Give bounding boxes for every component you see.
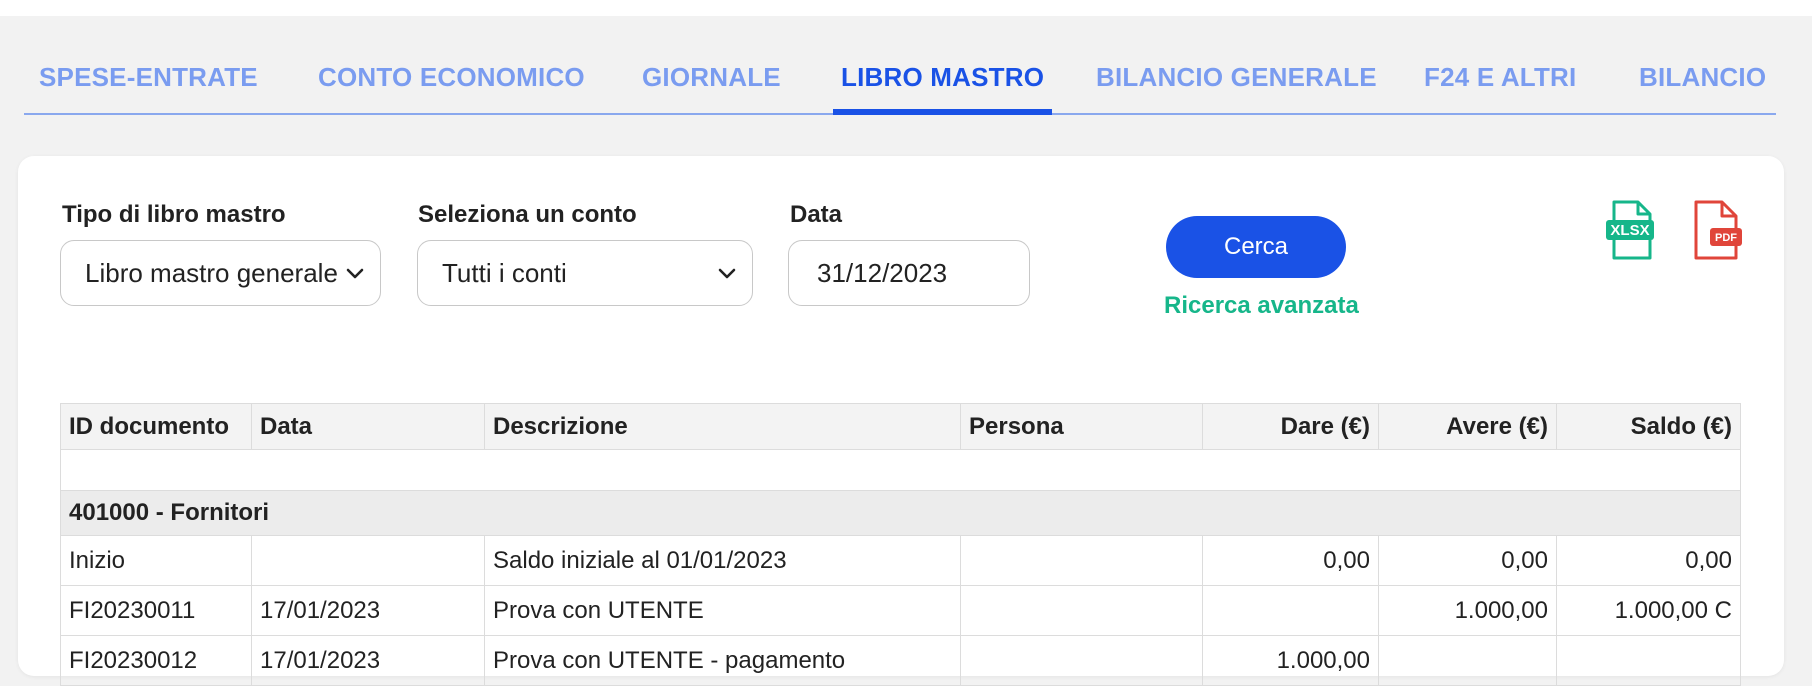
group-label: 401000 - Fornitori [60,490,1741,536]
data-label: Data [790,201,843,228]
col-saldo[interactable]: Saldo (€) [1556,403,1741,450]
cell-data: 17/01/2023 [251,635,485,686]
tab-f24-e-altri[interactable]: F24 E ALTRI [1424,62,1576,113]
col-data[interactable]: Data [251,403,485,450]
col-descrizione[interactable]: Descrizione [484,403,961,450]
conto-select[interactable]: Tutti i conti [417,240,753,306]
cell-descrizione: Prova con UTENTE [484,585,961,636]
tab-libro-mastro[interactable]: LIBRO MASTRO [832,62,1053,115]
col-persona[interactable]: Persona [960,403,1203,450]
pdf-icon-label: PDF [1715,232,1737,244]
cell-saldo [1556,635,1741,686]
cell-id: FI20230012 [60,635,252,686]
cell-dare [1202,585,1379,636]
col-avere[interactable]: Avere (€) [1378,403,1557,450]
table-row: Inizio Saldo iniziale al 01/01/2023 0,00… [60,535,1741,586]
table-header-row: ID documento Data Descrizione Persona Da… [60,403,1741,450]
top-bar [0,0,1812,16]
tab-giornale[interactable]: GIORNALE [642,62,781,113]
ledger-card: Tipo di libro mastro Libro mastro genera… [18,156,1784,686]
cell-id: FI20230011 [60,585,252,636]
cell-dare: 1.000,00 [1202,635,1379,686]
chevron-down-icon [346,268,364,279]
conto-select-value: Tutti i conti [442,257,567,288]
table-row: FI20230012 17/01/2023 Prova con UTENTE -… [60,635,1741,686]
col-id-documento[interactable]: ID documento [60,403,252,450]
col-dare[interactable]: Dare (€) [1202,403,1379,450]
cell-persona [960,635,1203,686]
cell-avere: 1.000,00 [1378,585,1557,636]
group-row: 401000 - Fornitori [60,490,1741,536]
cell-descrizione: Saldo iniziale al 01/01/2023 [484,535,961,586]
search-button[interactable]: Cerca [1166,216,1346,278]
tab-spese-entrate[interactable]: SPESE-ENTRATE [39,62,258,113]
cell-persona [960,535,1203,586]
date-input[interactable]: 31/12/2023 [788,240,1030,306]
empty-cell [60,449,1741,491]
chevron-down-icon [718,268,736,279]
cell-id: Inizio [60,535,252,586]
tipo-label: Tipo di libro mastro [62,201,286,228]
cell-saldo: 1.000,00 C [1556,585,1741,636]
cell-data [251,535,485,586]
xlsx-icon-label: XLSX [1610,222,1649,239]
tab-conto-economico[interactable]: CONTO ECONOMICO [318,62,585,113]
pdf-export-icon[interactable]: PDF [1694,200,1744,262]
cell-dare: 0,00 [1202,535,1379,586]
tab-bilancio[interactable]: BILANCIO [1639,62,1766,113]
tab-bar: SPESE-ENTRATE CONTO ECONOMICO GIORNALE L… [24,52,1776,115]
tipo-select[interactable]: Libro mastro generale [60,240,381,306]
cell-descrizione: Prova con UTENTE - pagamento [484,635,961,686]
cell-avere: 0,00 [1378,535,1557,586]
ledger-table: ID documento Data Descrizione Persona Da… [60,403,1741,686]
cell-data: 17/01/2023 [251,585,485,636]
advanced-search-link[interactable]: Ricerca avanzata [1164,292,1359,320]
table-row: FI20230011 17/01/2023 Prova con UTENTE 1… [60,585,1741,636]
xlsx-export-icon[interactable]: XLSX [1606,200,1658,262]
cell-saldo: 0,00 [1556,535,1741,586]
tab-bilancio-generale[interactable]: BILANCIO GENERALE [1096,62,1377,113]
cell-persona [960,585,1203,636]
empty-row [60,449,1741,491]
conto-label: Seleziona un conto [418,201,637,228]
tipo-select-value: Libro mastro generale [85,257,338,288]
cell-avere [1378,635,1557,686]
